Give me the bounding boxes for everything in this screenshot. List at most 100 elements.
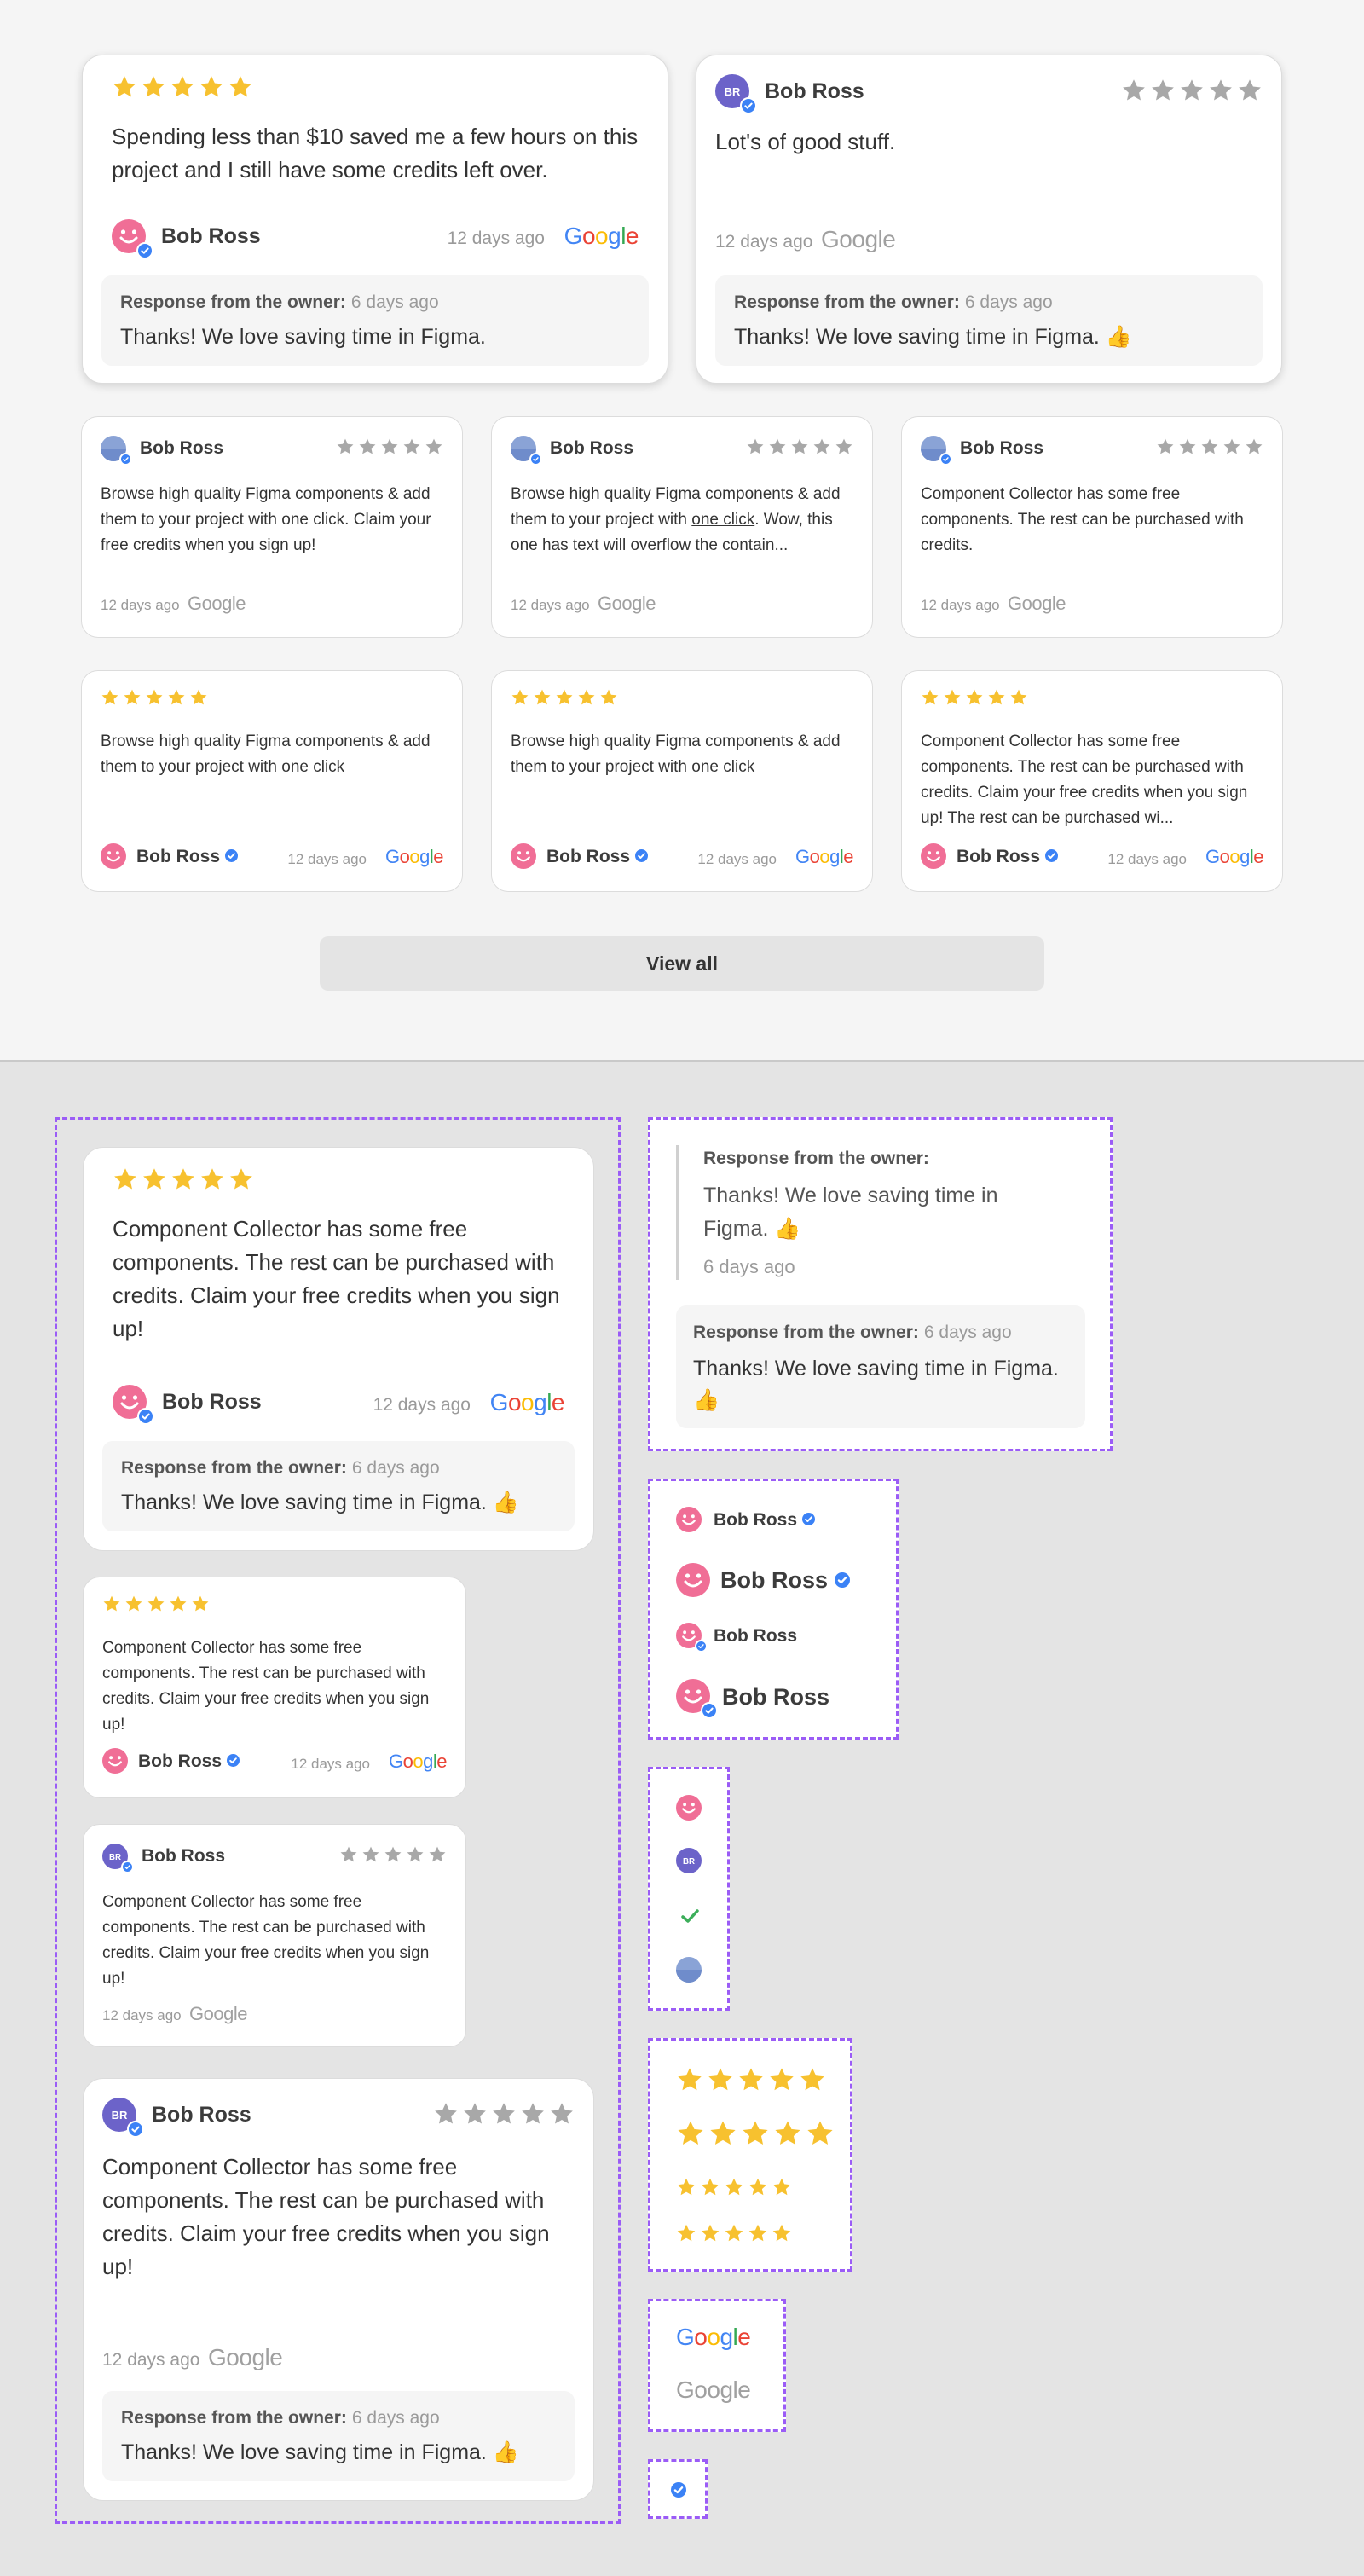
review-card-small: Bob Ross Browse high quality Figma compo… bbox=[81, 416, 463, 638]
star-icon bbox=[966, 689, 983, 705]
star-icon bbox=[807, 2121, 833, 2145]
svg-text:BR: BR bbox=[112, 2109, 128, 2122]
response-date: 6 days ago bbox=[703, 1256, 795, 1277]
avatar bbox=[921, 843, 950, 872]
review-text: Component Collector has some free compon… bbox=[102, 1893, 430, 1988]
reviewer-name: Bob Ross bbox=[714, 1626, 798, 1646]
star-icon bbox=[493, 2103, 515, 2124]
avatar bbox=[112, 219, 153, 259]
rating-stars bbox=[746, 437, 853, 456]
star-icon bbox=[425, 438, 442, 454]
star-icon bbox=[146, 689, 163, 705]
review-text: Component Collector has some free compon… bbox=[102, 2154, 550, 2279]
star-icon bbox=[678, 2121, 703, 2145]
card-variants-frame: Component Collector has some free compon… bbox=[55, 1117, 621, 2524]
review-date: 12 days ago bbox=[697, 851, 777, 867]
star-icon bbox=[403, 438, 420, 454]
star-icon bbox=[171, 76, 194, 97]
rating-stars bbox=[676, 2177, 792, 2197]
review-text: Lot's of good stuff. bbox=[715, 129, 896, 154]
smiley-avatar-icon bbox=[676, 1795, 702, 1821]
initials-avatar-icon: BR bbox=[676, 1848, 702, 1873]
star-icon bbox=[230, 1168, 252, 1190]
reviewer-name: Bob Ross bbox=[546, 847, 648, 867]
avatar bbox=[102, 1748, 131, 1777]
star-icon bbox=[384, 1846, 402, 1862]
response-header: Response from the owner: 6 days ago bbox=[734, 292, 1053, 312]
owner-response-variants-frame: Response from the owner: Thanks! We love… bbox=[648, 1117, 1113, 1451]
svg-text:BR: BR bbox=[683, 1857, 695, 1867]
rating-stars bbox=[336, 437, 443, 456]
verified-badge-icon bbox=[137, 1408, 154, 1425]
owner-response: Response from the owner: 6 days ago Thank… bbox=[102, 1441, 575, 1531]
google-logo-variants-frame: Google Google bbox=[648, 2299, 786, 2432]
review-date: 12 days ago bbox=[1107, 851, 1187, 867]
star-icon bbox=[708, 2068, 732, 2091]
owner-response: Response from the owner: 6 days ago Thank… bbox=[102, 2391, 575, 2481]
star-icon bbox=[190, 689, 207, 705]
star-icon bbox=[710, 2121, 736, 2145]
verified-badge-icon bbox=[740, 97, 757, 114]
star-icon bbox=[464, 2103, 486, 2124]
response-text: Thanks! We love saving time in Figma. 👍 bbox=[734, 325, 1132, 349]
review-text: Spending less than $10 saved me a few ho… bbox=[112, 124, 639, 182]
star-icon bbox=[534, 689, 551, 705]
reviewer-name: Bob Ross bbox=[960, 438, 1044, 458]
verified-badge-icon bbox=[118, 453, 132, 466]
verified-badge-icon bbox=[1044, 848, 1058, 862]
star-icon bbox=[1010, 689, 1027, 705]
response-text: Thanks! We love saving time in Figma. 👍 bbox=[703, 1184, 998, 1241]
svg-text:BR: BR bbox=[109, 1853, 121, 1862]
rating-stars bbox=[921, 688, 1028, 707]
google-logo: Google bbox=[676, 2324, 751, 2350]
view-all-button[interactable]: View all bbox=[320, 936, 1044, 991]
reviews-section: Spending less than $10 saved me a few ho… bbox=[0, 0, 1364, 1062]
avatar bbox=[676, 1623, 708, 1653]
reviewer-name: Bob Ross bbox=[714, 1510, 815, 1531]
verified-badge-icon bbox=[634, 848, 648, 862]
smiley-avatar-icon bbox=[676, 1563, 710, 1597]
placeholder-avatar-icon bbox=[676, 1957, 702, 1983]
smiley-avatar-icon bbox=[511, 843, 536, 869]
star-icon bbox=[101, 689, 118, 705]
review-text: Component Collector has some free compon… bbox=[102, 1639, 430, 1734]
response-header: Response from the owner: 6 days ago bbox=[120, 292, 439, 312]
star-icon bbox=[1157, 438, 1174, 454]
smiley-avatar-icon bbox=[102, 1748, 128, 1774]
star-icon bbox=[770, 2068, 794, 2091]
review-card-small: Component Collector has some free compon… bbox=[901, 670, 1283, 892]
review-date: 12 days ago bbox=[102, 2350, 200, 2370]
star-icon bbox=[1179, 438, 1196, 454]
review-date: 12 days ago bbox=[291, 1756, 370, 1772]
google-logo: Google bbox=[676, 2376, 751, 2403]
star-icon bbox=[701, 2224, 720, 2242]
star-icon bbox=[362, 1846, 379, 1862]
avatar-variants-frame: BR bbox=[648, 1767, 730, 2011]
star-icon bbox=[769, 438, 786, 454]
google-logo: Google bbox=[188, 593, 246, 614]
star-icon bbox=[772, 2224, 791, 2242]
placeholder-avatar bbox=[676, 1957, 703, 1984]
star-icon bbox=[739, 2068, 763, 2091]
rating-stars bbox=[676, 2066, 826, 2093]
review-card-small: BR Bob Ross Component Collector has some… bbox=[83, 1824, 466, 2047]
smiley-avatar-icon bbox=[676, 1795, 703, 1822]
reviewer-name: Bob Ross bbox=[162, 1390, 262, 1414]
avatar bbox=[113, 1385, 154, 1425]
avatar: BR bbox=[102, 1844, 134, 1874]
rating-stars bbox=[101, 688, 208, 707]
reviewer-name: Bob Ross bbox=[142, 1846, 226, 1866]
google-logo: Google bbox=[189, 2003, 248, 2024]
verified-badge-icon bbox=[224, 848, 238, 862]
reviewer-name: Bob Ross bbox=[720, 1567, 850, 1594]
response-text: Thanks! We love saving time in Figma. 👍 bbox=[693, 1357, 1059, 1412]
star-icon bbox=[747, 438, 764, 454]
avatar bbox=[921, 436, 952, 466]
rating-stars bbox=[433, 2101, 575, 2127]
verified-badge-icon bbox=[136, 242, 153, 259]
avatar bbox=[676, 1679, 718, 1719]
star-icon bbox=[381, 438, 398, 454]
review-card-small: Browse high quality Figma components & a… bbox=[491, 670, 873, 892]
verified-badge-icon bbox=[127, 2121, 144, 2138]
response-header: Response from the owner: 6 days ago bbox=[121, 2408, 440, 2428]
